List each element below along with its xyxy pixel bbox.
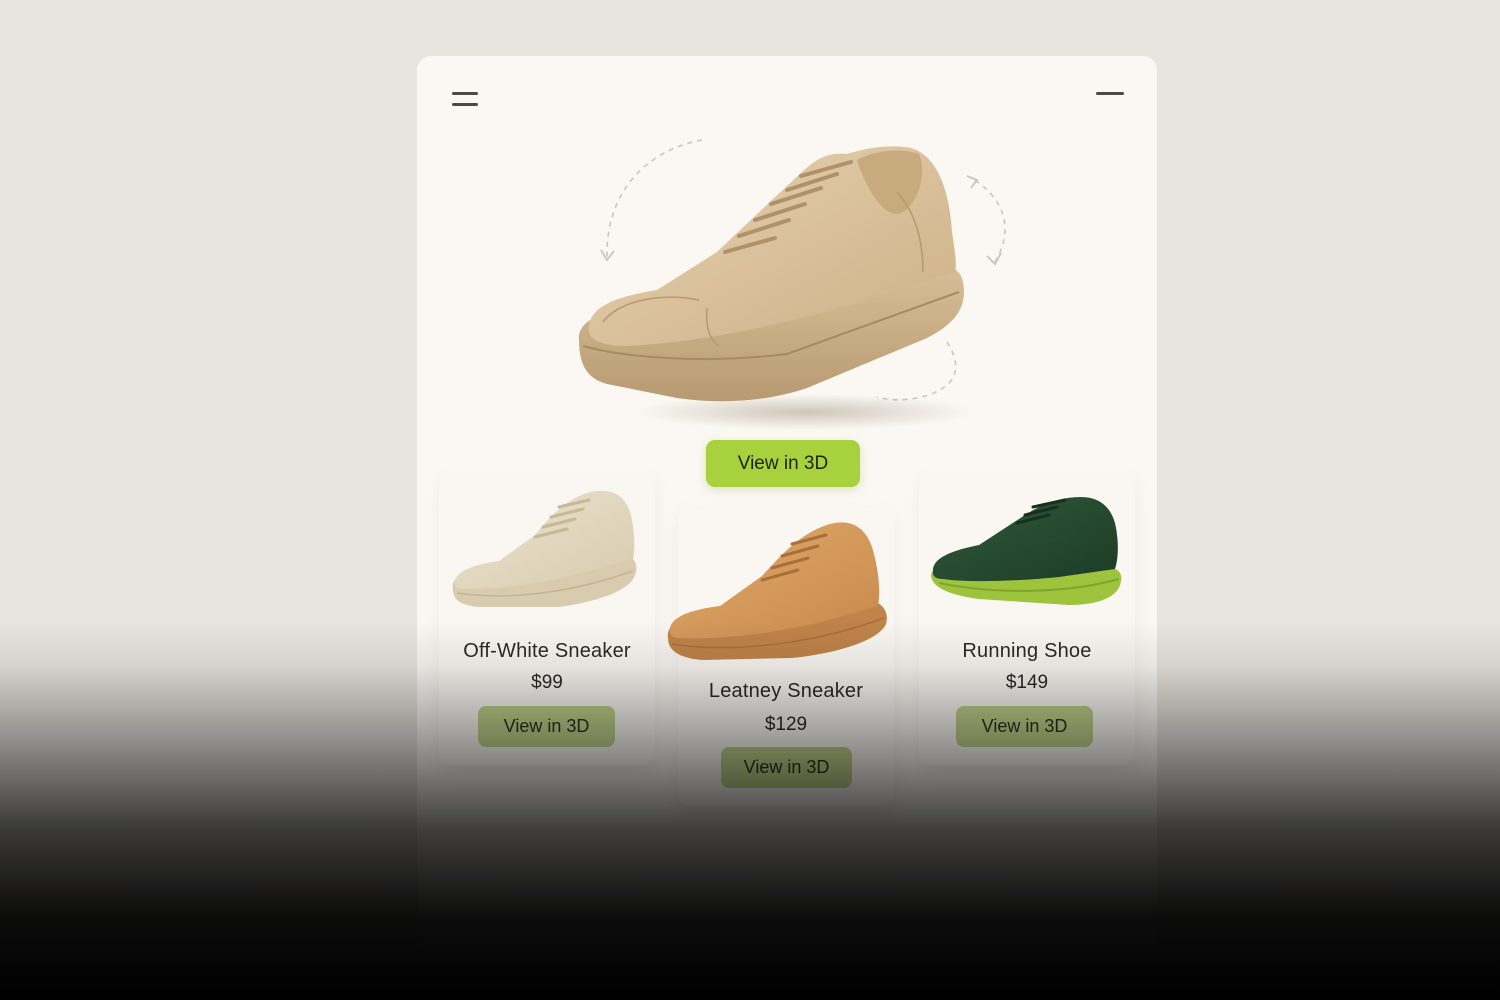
product-image-green-running-shoe: [919, 475, 1135, 625]
product-viewer-window: View in 3D Off-White Sneaker $99 View in…: [417, 56, 1157, 956]
view-in-3d-button[interactable]: View in 3D: [721, 747, 852, 788]
product-price: $99: [531, 672, 563, 693]
product-image-off-white-sneaker: [439, 475, 655, 625]
product-card-off-white-sneaker[interactable]: Off-White Sneaker $99 View in 3D: [439, 475, 655, 765]
product-name: Off-White Sneaker: [463, 640, 631, 662]
product-card-running-shoe[interactable]: Running Shoe $149 View in 3D: [919, 475, 1135, 765]
hamburger-menu-icon[interactable]: [452, 92, 478, 108]
minimize-icon[interactable]: [1096, 91, 1124, 97]
view-in-3d-button[interactable]: View in 3D: [956, 706, 1093, 747]
hero-3d-preview[interactable]: [567, 132, 1037, 432]
product-price: $149: [1005, 672, 1049, 693]
product-card-leatney-sneaker[interactable]: Leatney Sneaker $129 View in 3D: [667, 508, 894, 806]
product-image-tan-leather-sneaker: [662, 514, 896, 674]
view-in-3d-button[interactable]: View in 3D: [706, 440, 860, 487]
product-price: $129: [764, 714, 808, 735]
view-in-3d-button[interactable]: View in 3D: [478, 706, 615, 747]
product-name: Running Shoe: [962, 640, 1092, 662]
product-name: Leatney Sneaker: [708, 680, 864, 702]
